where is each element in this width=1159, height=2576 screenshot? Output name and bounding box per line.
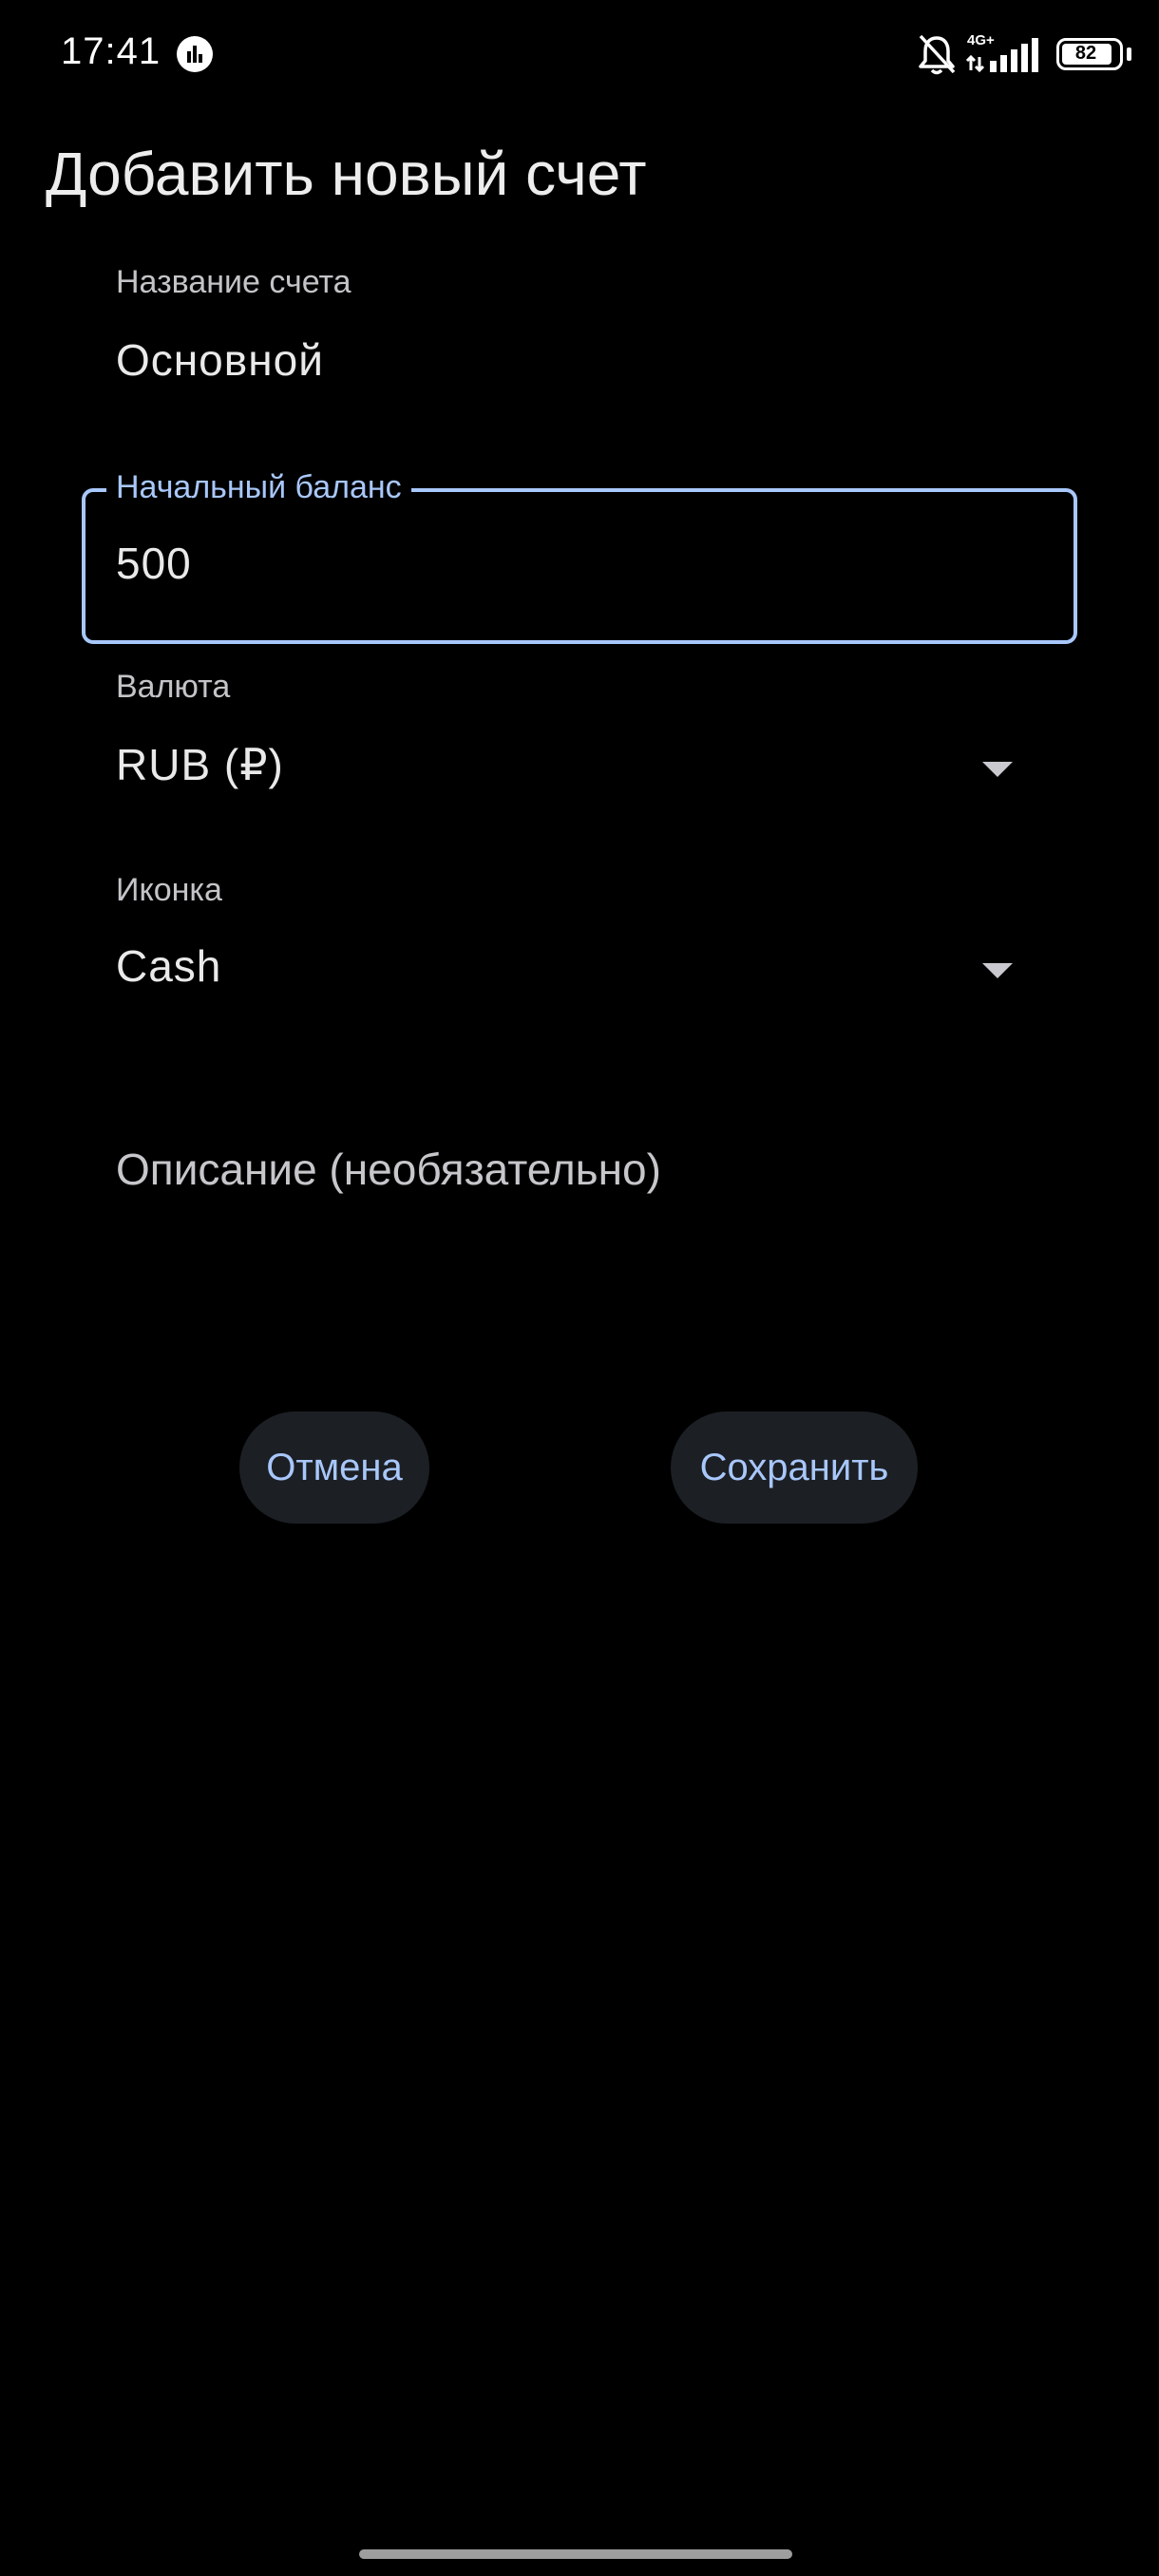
status-bar: 17:41 4G+ 82: [0, 0, 1159, 114]
initial-balance-input[interactable]: [82, 488, 1077, 644]
bell-off-icon: [916, 32, 958, 81]
status-icons: 4G+ 82: [874, 28, 1159, 85]
save-button-label: Сохранить: [699, 1446, 889, 1488]
account-name-value[interactable]: Основной: [116, 334, 324, 386]
dialog-title: Добавить новый счет: [46, 140, 647, 208]
home-indicator[interactable]: [359, 2549, 792, 2559]
icon-label: Иконка: [116, 872, 222, 908]
currency-value[interactable]: RUB (₽): [116, 739, 284, 790]
battery-level: 82: [1074, 43, 1097, 64]
account-name-label: Название счета: [116, 264, 352, 300]
cancel-button-label: Отмена: [266, 1446, 403, 1488]
icon-dropdown[interactable]: [82, 866, 1077, 1018]
network-type-label: 4G+: [967, 32, 995, 48]
battery-cap: [1127, 47, 1131, 61]
chevron-down-icon[interactable]: [982, 762, 1013, 777]
battery-icon: 82: [1056, 38, 1123, 70]
status-time: 17:41: [61, 30, 162, 72]
cancel-button[interactable]: Отмена: [239, 1411, 429, 1524]
chevron-down-icon[interactable]: [982, 963, 1013, 978]
description-placeholder[interactable]: Описание (необязательно): [116, 1144, 661, 1195]
initial-balance-value[interactable]: 500: [116, 538, 192, 589]
save-button[interactable]: Сохранить: [671, 1411, 918, 1524]
currency-label: Валюта: [116, 669, 231, 705]
initial-balance-label: Начальный баланс: [106, 469, 411, 506]
icon-value[interactable]: Cash: [116, 940, 221, 992]
chart-app-icon: [177, 36, 213, 72]
